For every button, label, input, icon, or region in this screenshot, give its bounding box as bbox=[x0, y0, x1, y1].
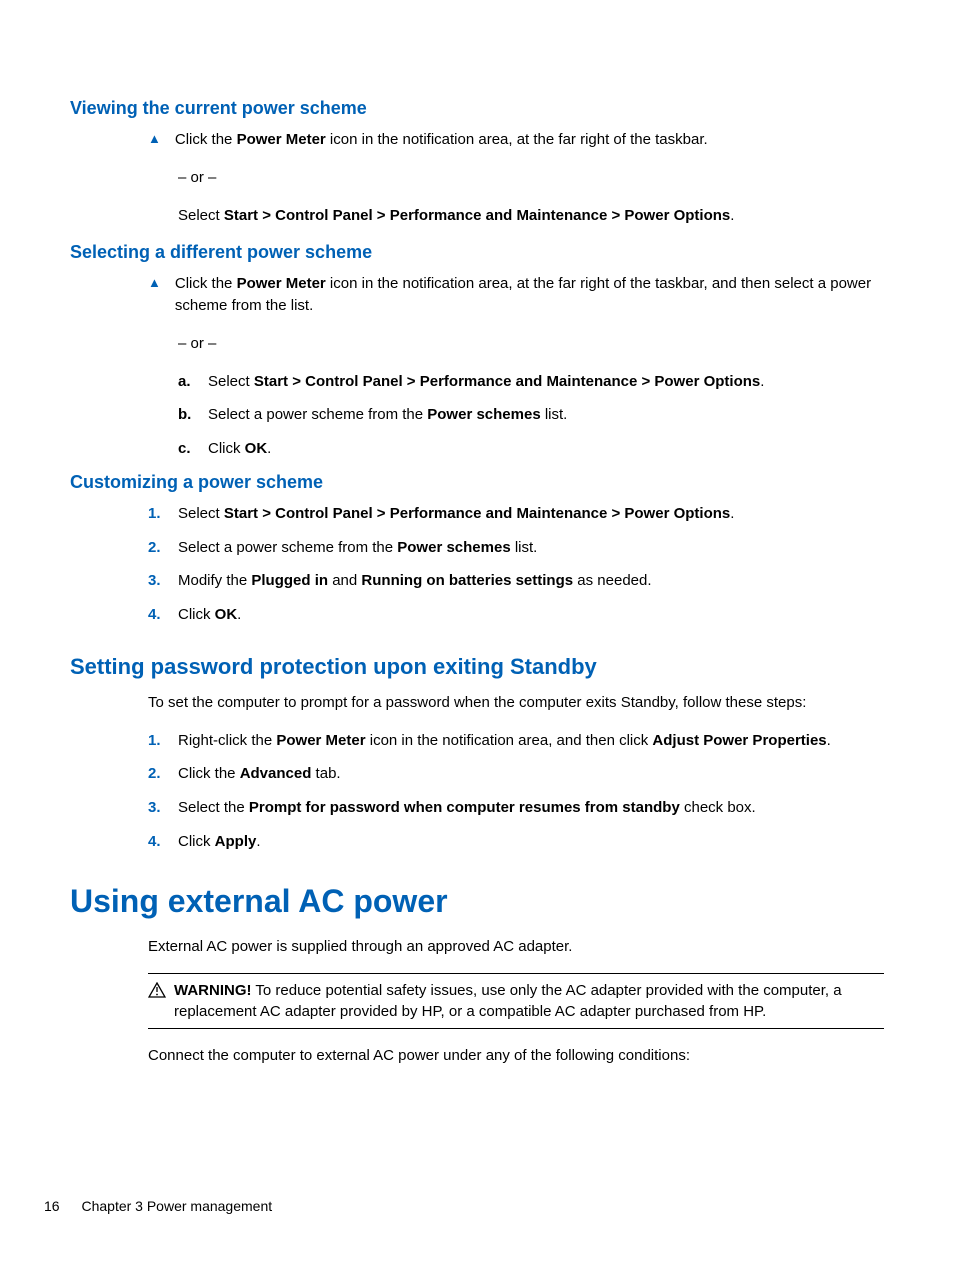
intro-text: External AC power is supplied through an… bbox=[148, 936, 884, 958]
step-text: Right-click the Power Meter icon in the … bbox=[178, 730, 884, 752]
step-3: 3. Modify the Plugged in and Running on … bbox=[148, 570, 884, 592]
step-number: 2. bbox=[148, 763, 178, 785]
instruction-bullet: ▲ Click the Power Meter icon in the noti… bbox=[148, 129, 884, 151]
document-page: Viewing the current power scheme ▲ Click… bbox=[0, 0, 954, 1270]
substep-b: b. Select a power scheme from the Power … bbox=[178, 404, 884, 426]
step-number: 4. bbox=[148, 831, 178, 853]
page-footer: 16 Chapter 3 Power management bbox=[44, 1198, 272, 1214]
step-1: 1. Right-click the Power Meter icon in t… bbox=[148, 730, 884, 752]
step-text: Click OK. bbox=[178, 604, 884, 626]
step-3: 3. Select the Prompt for password when c… bbox=[148, 797, 884, 819]
step-number: 2. bbox=[148, 537, 178, 559]
step-text: Select Start > Control Panel > Performan… bbox=[178, 503, 884, 525]
step-text: Modify the Plugged in and Running on bat… bbox=[178, 570, 884, 592]
substep-a: a. Select Start > Control Panel > Perfor… bbox=[178, 371, 884, 393]
page-number: 16 bbox=[44, 1198, 60, 1214]
substep-label: c. bbox=[178, 438, 208, 460]
intro-text: To set the computer to prompt for a pass… bbox=[148, 692, 884, 714]
substep-label: a. bbox=[178, 371, 208, 393]
warning-label: WARNING! bbox=[174, 982, 252, 999]
instruction-bullet: ▲ Click the Power Meter icon in the noti… bbox=[148, 273, 884, 317]
substep-c: c. Click OK. bbox=[178, 438, 884, 460]
step-text: Click Apply. bbox=[178, 831, 884, 853]
chapter-label: Chapter 3 Power management bbox=[81, 1198, 272, 1214]
heading-customizing-power-scheme: Customizing a power scheme bbox=[70, 472, 884, 493]
step-text: Select a power scheme from the Power sch… bbox=[178, 537, 884, 559]
instruction-text: Click the Power Meter icon in the notifi… bbox=[175, 273, 884, 317]
triangle-icon: ▲ bbox=[148, 275, 161, 290]
step-number: 1. bbox=[148, 503, 178, 525]
substep-text: Click OK. bbox=[208, 438, 884, 460]
heading-setting-password-protection: Setting password protection upon exiting… bbox=[70, 654, 884, 680]
warning-callout: WARNING! To reduce potential safety issu… bbox=[148, 973, 884, 1029]
substep-label: b. bbox=[178, 404, 208, 426]
step-text: Click the Advanced tab. bbox=[178, 763, 884, 785]
triangle-icon: ▲ bbox=[148, 131, 161, 146]
instruction-text: Click the Power Meter icon in the notifi… bbox=[175, 129, 884, 151]
heading-using-external-ac-power: Using external AC power bbox=[70, 883, 884, 920]
body-text: Connect the computer to external AC powe… bbox=[148, 1045, 884, 1067]
step-2: 2. Select a power scheme from the Power … bbox=[148, 537, 884, 559]
substep-text: Select a power scheme from the Power sch… bbox=[208, 404, 884, 426]
warning-icon bbox=[148, 981, 166, 1005]
step-number: 3. bbox=[148, 570, 178, 592]
heading-viewing-current-power-scheme: Viewing the current power scheme bbox=[70, 98, 884, 119]
instruction-text: Select Start > Control Panel > Performan… bbox=[178, 205, 884, 227]
step-4: 4. Click Apply. bbox=[148, 831, 884, 853]
step-4: 4. Click OK. bbox=[148, 604, 884, 626]
warning-content: WARNING! To reduce potential safety issu… bbox=[174, 980, 884, 1022]
heading-selecting-different-power-scheme: Selecting a different power scheme bbox=[70, 242, 884, 263]
warning-text: To reduce potential safety issues, use o… bbox=[174, 982, 842, 1020]
step-number: 3. bbox=[148, 797, 178, 819]
step-number: 1. bbox=[148, 730, 178, 752]
or-separator: – or – bbox=[178, 167, 884, 189]
step-1: 1. Select Start > Control Panel > Perfor… bbox=[148, 503, 884, 525]
step-number: 4. bbox=[148, 604, 178, 626]
step-2: 2. Click the Advanced tab. bbox=[148, 763, 884, 785]
substep-text: Select Start > Control Panel > Performan… bbox=[208, 371, 884, 393]
step-text: Select the Prompt for password when comp… bbox=[178, 797, 884, 819]
or-separator: – or – bbox=[178, 333, 884, 355]
